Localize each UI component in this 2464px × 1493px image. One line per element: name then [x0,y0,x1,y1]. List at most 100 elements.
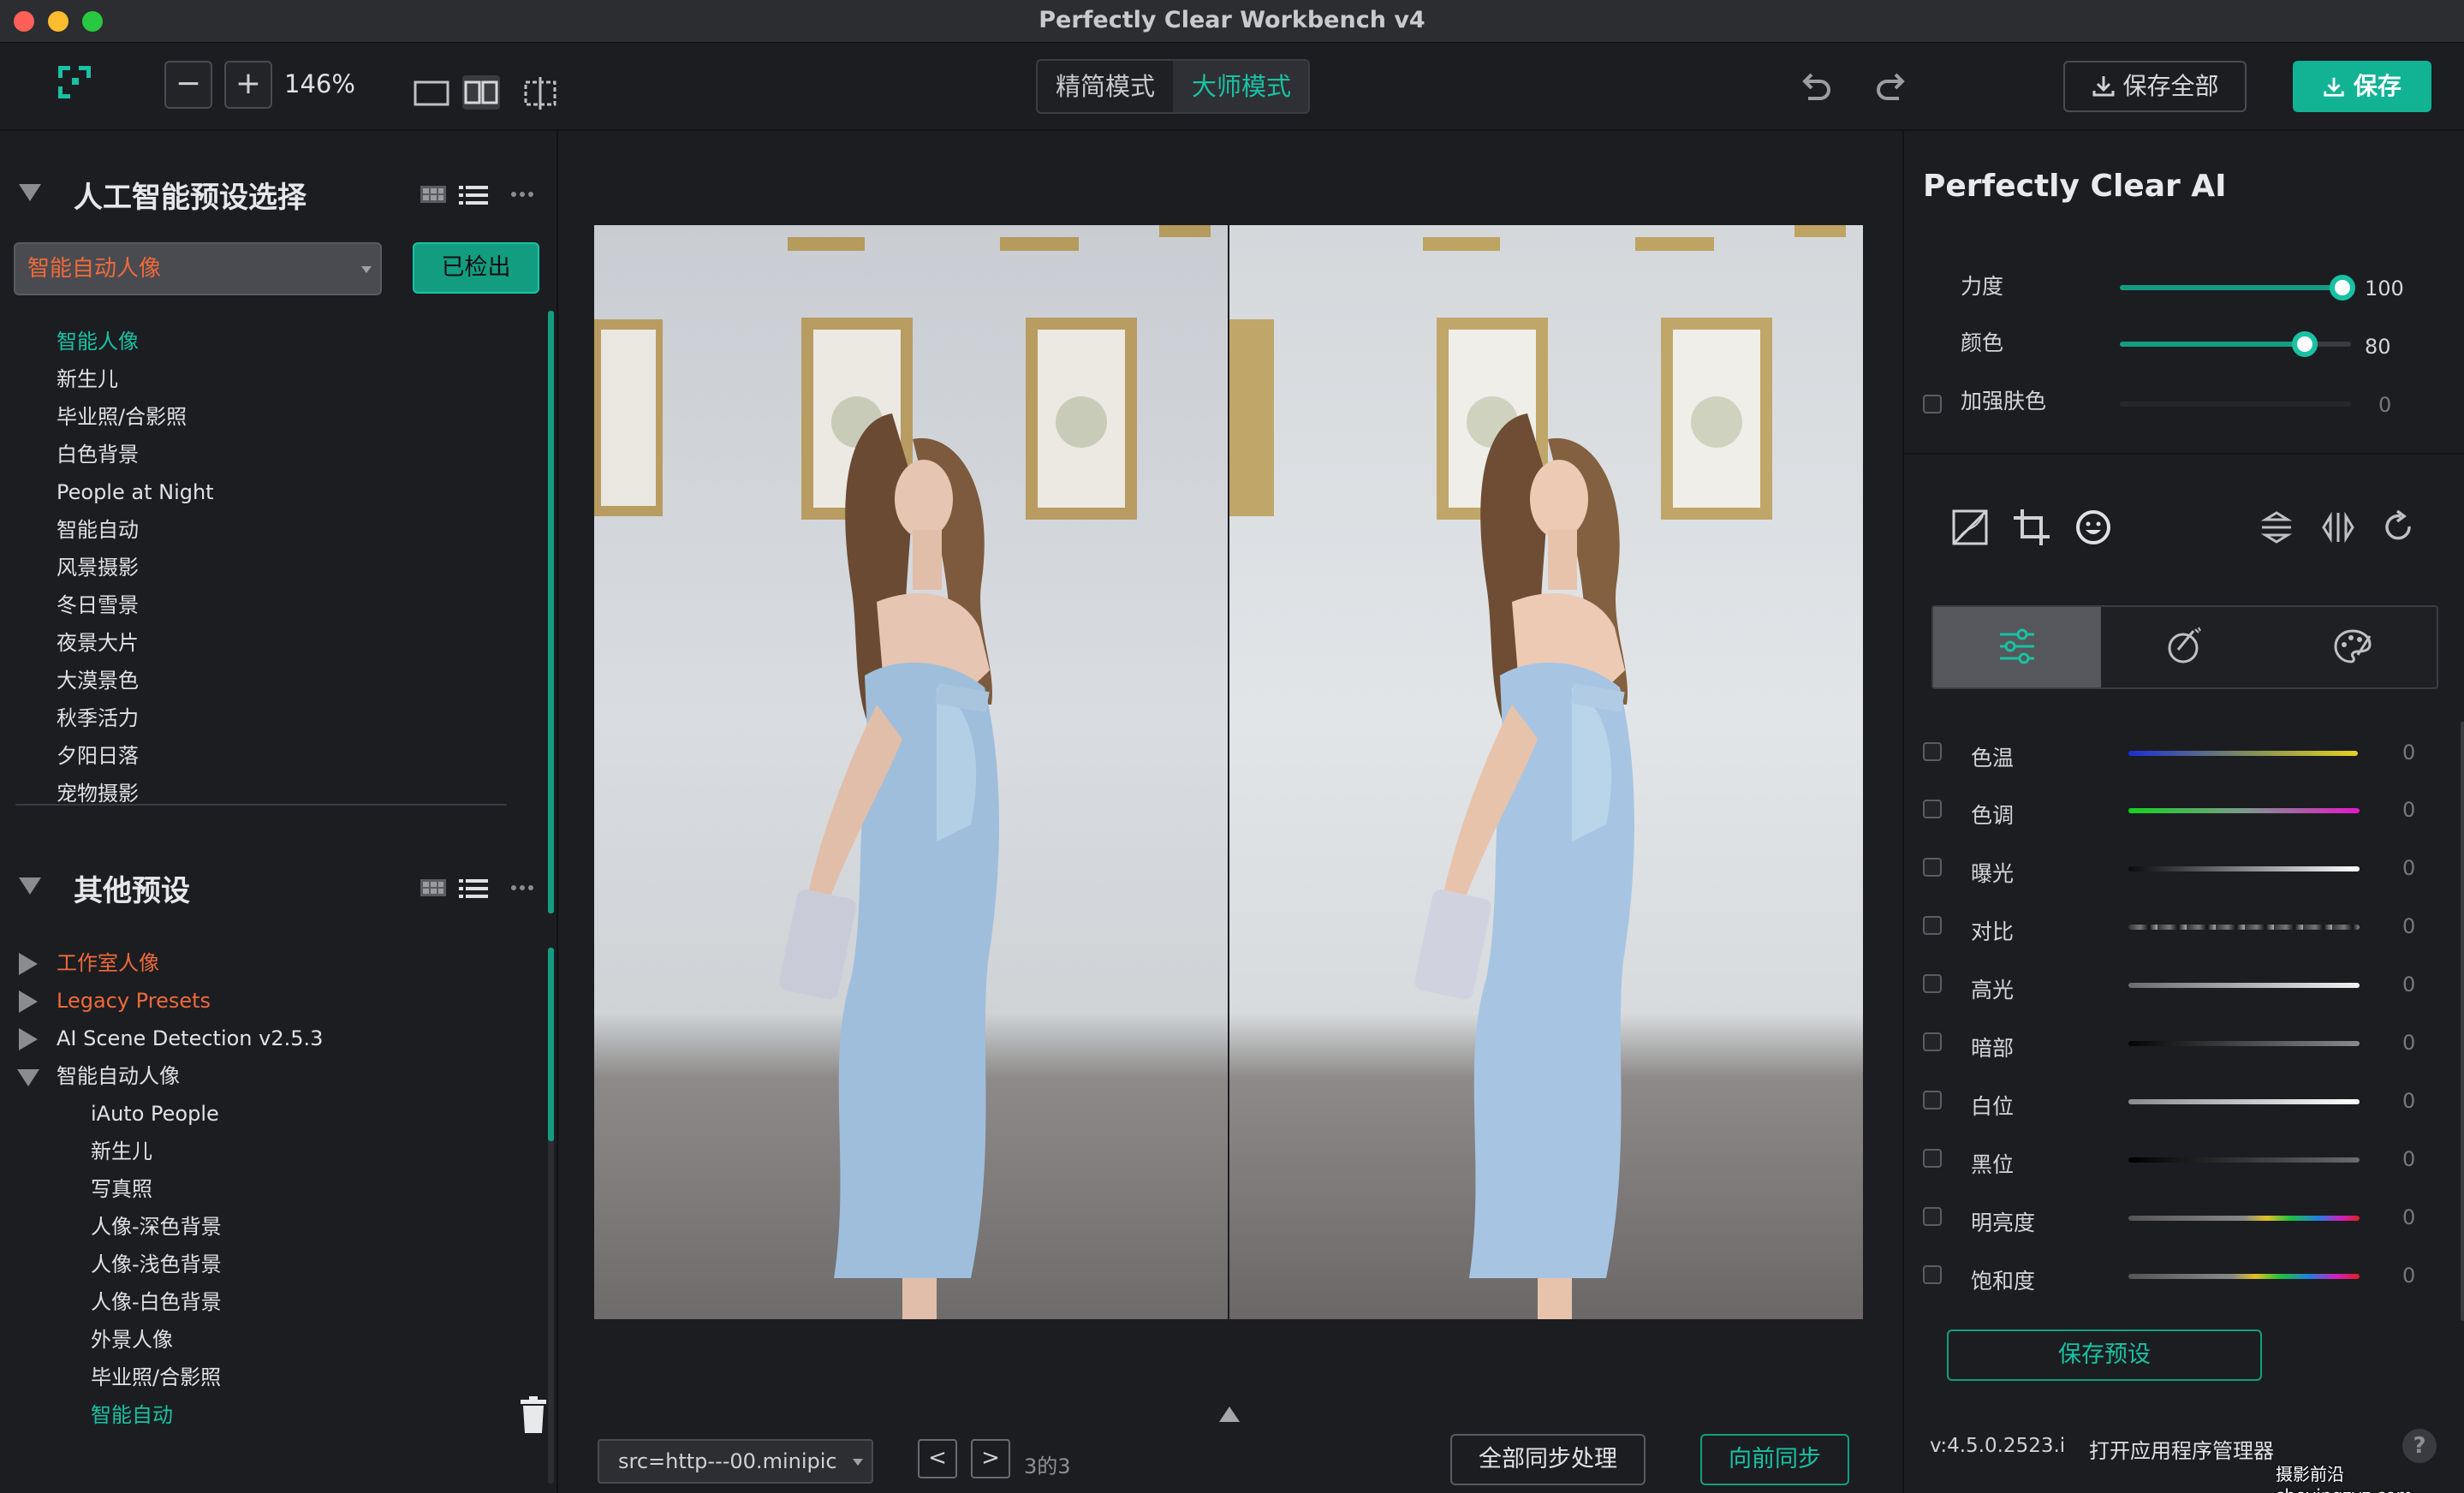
before-photo[interactable] [594,225,1228,1319]
color-temp-checkbox[interactable] [1923,742,1942,761]
expand-triangle-icon[interactable] [19,953,38,975]
ai-preset-item[interactable]: 秋季活力 [0,699,558,737]
zoom-out-button[interactable]: − [164,61,212,109]
save-button[interactable]: 保存 [2293,61,2431,112]
collapse-triangle-icon[interactable] [19,877,41,895]
ai-preset-item[interactable]: 夕阳日落 [0,737,558,775]
ai-preset-item[interactable]: People at Night [0,473,558,511]
master-mode-tab[interactable]: 大师模式 [1173,61,1308,112]
skin-slider[interactable] [2120,402,2351,407]
ai-preset-item[interactable]: 智能自动 [0,511,558,549]
preset-sub-item[interactable]: iAuto People [0,1095,558,1133]
blacks-checkbox[interactable] [1923,1149,1942,1168]
tint-slider[interactable] [2128,808,2360,813]
trash-icon[interactable] [519,1396,548,1434]
expand-triangle-icon[interactable] [19,1028,38,1050]
whites-slider[interactable] [2128,1099,2360,1104]
shadows-slider[interactable] [2128,1041,2360,1046]
split-view-icon[interactable] [462,75,500,110]
ai-preset-item[interactable]: 白色背景 [0,436,558,473]
expand-triangle-icon[interactable] [19,990,38,1013]
grid-view-icon[interactable] [420,877,447,898]
highlights-checkbox[interactable] [1923,974,1942,993]
tint-checkbox[interactable] [1923,800,1942,818]
color-slider-knob[interactable] [2292,331,2318,357]
single-view-icon[interactable] [413,75,450,110]
preset-sub-item[interactable]: 毕业照/合影照 [0,1359,558,1396]
skin-checkbox[interactable] [1923,395,1942,413]
ai-preset-item[interactable]: 毕业照/合影照 [0,398,558,436]
crop-icon[interactable] [2012,508,2051,547]
zoom-in-button[interactable]: + [224,61,272,109]
ai-preset-item[interactable]: 宠物摄影 [0,775,558,812]
exposure-checkbox[interactable] [1923,858,1942,877]
simple-mode-tab[interactable]: 精简模式 [1038,61,1173,112]
contrast-checkbox[interactable] [1923,916,1942,935]
save-preset-button[interactable]: 保存预设 [1947,1329,2262,1381]
file-select[interactable]: src=http---00.minipic [598,1439,873,1484]
tab-creative[interactable] [2269,607,2437,687]
more-icon[interactable] [510,191,534,198]
vibrance-checkbox[interactable] [1923,1207,1942,1226]
sync-all-button[interactable]: 全部同步处理 [1450,1434,1646,1485]
adjustments-scrollbar[interactable] [2461,722,2464,1321]
ai-preset-scrollbar-thumb[interactable] [548,311,554,913]
tab-adjust[interactable] [1933,607,2101,687]
ai-preset-item[interactable]: 智能人像 [0,323,558,360]
strength-slider[interactable] [2120,285,2342,290]
tab-beautify[interactable] [2101,607,2269,687]
redo-icon[interactable] [1872,66,1913,107]
vibrance-slider[interactable] [2128,1216,2360,1221]
ai-preset-item[interactable]: 夜景大片 [0,624,558,662]
preset-sub-item[interactable]: 人像-浅色背景 [0,1246,558,1283]
ai-preset-item[interactable]: 新生儿 [0,360,558,398]
whites-checkbox[interactable] [1923,1091,1942,1109]
contrast-slider[interactable] [2128,925,2360,930]
collapse-triangle-icon[interactable] [17,1069,39,1086]
other-preset-scrollbar-thumb[interactable] [548,948,554,1141]
collapse-triangle-icon[interactable] [19,184,41,201]
more-icon[interactable] [510,884,534,891]
compare-icon[interactable] [1950,508,1990,547]
preset-group[interactable]: AI Scene Detection v2.5.3 [0,1020,558,1057]
save-all-button[interactable]: 保存全部 [2063,61,2247,112]
filmstrip-toggle-icon[interactable] [1219,1407,1240,1422]
prev-image-button[interactable]: < [918,1439,957,1478]
preset-sub-item[interactable]: 智能自动 [0,1396,558,1434]
other-preset-scrollbar[interactable] [548,948,554,1484]
highlights-slider[interactable] [2128,983,2360,988]
ai-preset-scrollbar[interactable] [548,311,554,913]
flip-horizontal-icon[interactable] [2318,508,2358,547]
ai-preset-item[interactable]: 大漠景色 [0,662,558,699]
saturation-checkbox[interactable] [1923,1265,1942,1284]
preset-sub-item[interactable]: 新生儿 [0,1133,558,1170]
list-view-icon[interactable] [459,184,488,206]
list-view-icon[interactable] [459,877,488,900]
undo-icon[interactable] [1794,66,1836,107]
rotate-icon[interactable] [2378,508,2418,547]
grid-view-icon[interactable] [420,184,447,205]
ai-preset-dropdown[interactable]: 智能自动人像 [14,242,382,295]
after-photo[interactable] [1229,225,1863,1319]
preset-group[interactable]: 智能自动人像 [0,1057,558,1095]
next-image-button[interactable]: > [971,1439,1010,1478]
flip-vertical-icon[interactable] [2257,508,2296,547]
preset-sub-item[interactable]: 人像-深色背景 [0,1208,558,1246]
sync-forward-button[interactable]: 向前同步 [1700,1434,1849,1485]
preset-sub-item[interactable]: 外景人像 [0,1321,558,1359]
saturation-slider[interactable] [2128,1274,2360,1279]
help-button[interactable]: ? [2402,1429,2437,1463]
preset-sub-item[interactable]: 写真照 [0,1170,558,1208]
preset-group[interactable]: Legacy Presets [0,982,558,1020]
color-temp-slider[interactable] [2128,751,2358,756]
exposure-slider[interactable] [2128,866,2360,871]
app-manager-link[interactable]: 打开应用程序管理器 [2089,1434,2274,1464]
shadows-checkbox[interactable] [1923,1032,1942,1051]
detected-button[interactable]: 已检出 [413,242,539,294]
face-icon[interactable] [2074,508,2113,547]
preset-sub-item[interactable]: 人像-白色背景 [0,1283,558,1321]
ai-preset-item[interactable]: 冬日雪景 [0,586,558,624]
preset-group[interactable]: 工作室人像 [0,944,558,982]
blacks-slider[interactable] [2128,1157,2360,1163]
strength-slider-knob[interactable] [2330,275,2355,300]
